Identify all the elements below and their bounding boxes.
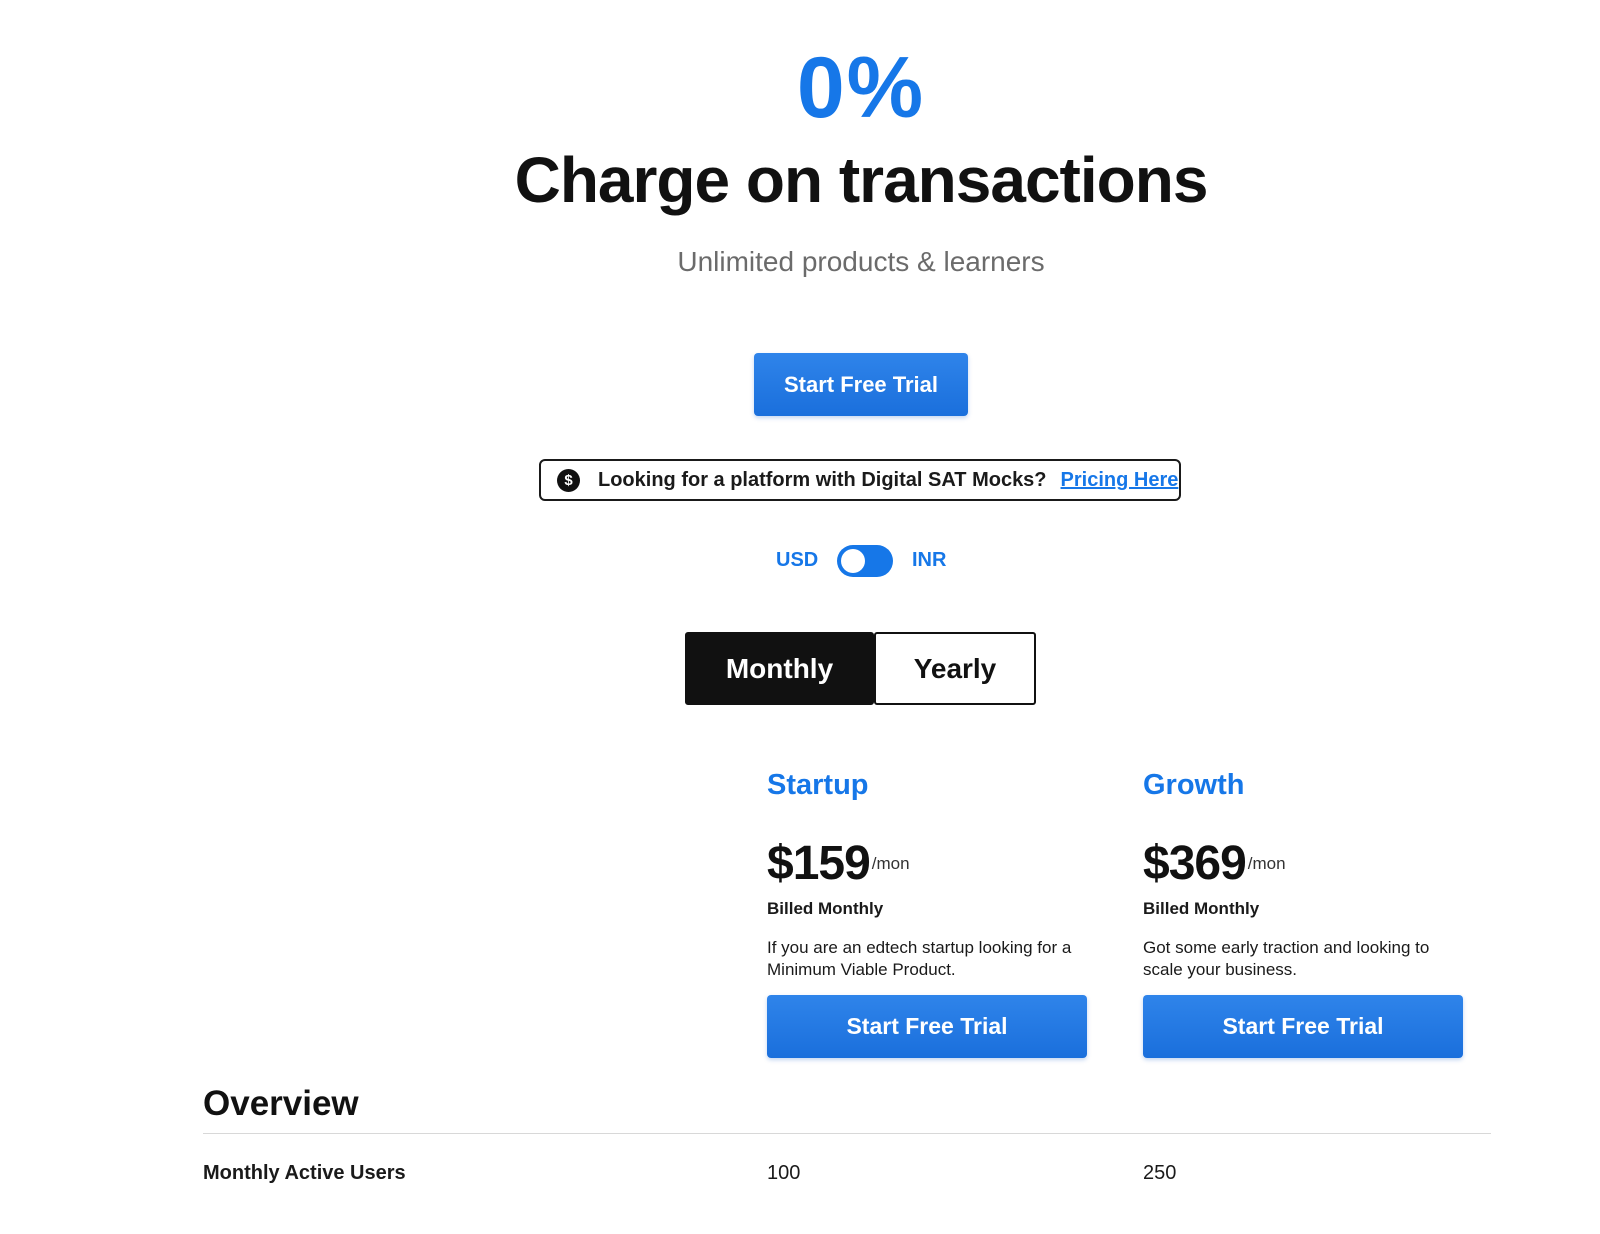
currency-label-usd[interactable]: USD — [776, 549, 818, 572]
hero-percent: 0% — [796, 40, 926, 136]
plan-billing-note: Billed Monthly — [767, 899, 884, 918]
plan-name-growth: Growth — [1143, 769, 1245, 801]
sat-banner-text: Looking for a platform with Digital SAT … — [598, 468, 1047, 491]
plan-price-amount: $159 — [767, 837, 871, 890]
growth-start-free-trial-button[interactable]: Start Free Trial — [1143, 995, 1463, 1058]
page-title: Charge on transactions — [514, 144, 1209, 216]
plan-billing-note: Billed Monthly — [1143, 899, 1260, 918]
feature-value-startup: 100 — [767, 1162, 801, 1184]
billing-yearly-tab[interactable]: Yearly — [874, 632, 1036, 705]
dollar-circle-icon: $ — [557, 468, 580, 492]
plan-name-startup: Startup — [767, 769, 869, 801]
feature-row-label: Monthly Active Users — [203, 1162, 406, 1184]
pricing-here-link[interactable]: Pricing Here — [1061, 469, 1179, 492]
startup-start-free-trial-button[interactable]: Start Free Trial — [767, 995, 1087, 1058]
overview-divider — [203, 1133, 1491, 1134]
start-free-trial-button[interactable]: Start Free Trial — [754, 353, 968, 416]
plan-price-amount: $369 — [1143, 837, 1247, 890]
sat-mocks-banner: $ Looking for a platform with Digital SA… — [539, 459, 1181, 501]
plan-price-growth: $369 /mon — [1143, 836, 1286, 892]
currency-toggle[interactable] — [837, 545, 893, 577]
plan-price-startup: $159 /mon — [767, 836, 910, 892]
currency-label-inr[interactable]: INR — [912, 549, 946, 572]
plan-price-unit: /mon — [1247, 854, 1286, 873]
plan-description: Got some early traction and looking to s… — [1143, 938, 1430, 979]
billing-monthly-tab[interactable]: Monthly — [685, 632, 874, 705]
plan-price-unit: /mon — [871, 854, 910, 873]
page-subtitle: Unlimited products & learners — [677, 246, 1045, 277]
plan-description: If you are an edtech startup looking for… — [767, 938, 1072, 979]
feature-value-growth: 250 — [1143, 1162, 1177, 1184]
overview-heading: Overview — [203, 1084, 359, 1123]
toggle-knob — [841, 549, 865, 573]
